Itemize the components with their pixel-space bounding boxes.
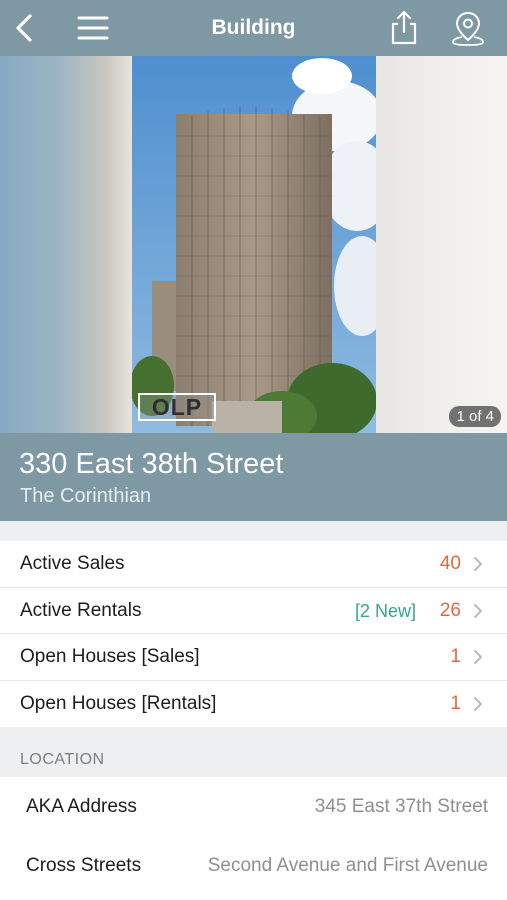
menu-button[interactable] <box>74 0 112 56</box>
building-name: The Corinthian <box>20 485 152 507</box>
info-value: Second Avenue and First Avenue <box>207 855 488 876</box>
cross-streets-row: Cross Streets Second Avenue and First Av… <box>0 836 507 896</box>
building-photo[interactable]: OLP <box>132 56 376 433</box>
row-count: 1 <box>450 692 461 714</box>
hamburger-menu-icon <box>77 16 109 40</box>
row-label: Active Rentals <box>20 599 142 621</box>
map-button[interactable] <box>448 0 488 56</box>
row-count: 26 <box>439 599 461 621</box>
chevron-right-icon <box>474 557 482 571</box>
chevron-left-icon <box>16 14 32 42</box>
row-open-houses-sales[interactable]: Open Houses [Sales] 1 <box>0 634 507 681</box>
row-label: Open Houses [Rentals] <box>20 692 217 714</box>
back-button[interactable] <box>6 0 42 56</box>
aka-address-row: AKA Address 345 East 37th Street <box>0 777 507 837</box>
share-button[interactable] <box>386 0 422 56</box>
row-count: 1 <box>450 646 461 667</box>
chevron-right-icon <box>474 696 482 711</box>
row-open-houses-rentals[interactable]: Open Houses [Rentals] 1 <box>0 681 507 728</box>
photo-watermark: OLP <box>138 393 216 421</box>
section-title: LOCATION <box>20 751 105 768</box>
row-active-rentals[interactable]: Active Rentals [2 New] 26 <box>0 588 507 634</box>
photo-counter: 1 of 4 <box>449 406 501 427</box>
row-label: Open Houses [Sales] <box>20 646 200 667</box>
new-badge: [2 New] <box>354 600 416 621</box>
map-pin-icon <box>452 11 484 46</box>
section-divider <box>0 521 507 541</box>
nav-bar: Building <box>0 0 507 56</box>
chevron-right-icon <box>474 650 482 664</box>
share-icon <box>391 10 417 45</box>
building-header: 330 East 38th Street The Corinthian <box>0 433 507 521</box>
location-section-header: LOCATION <box>0 727 507 777</box>
info-label: Cross Streets <box>26 855 142 876</box>
building-address: 330 East 38th Street <box>19 448 284 480</box>
row-active-sales[interactable]: Active Sales 40 <box>0 541 507 588</box>
previous-photo-blur <box>0 56 132 433</box>
next-photo-blur <box>376 56 507 433</box>
listings-list: Active Sales 40 Active Rentals [2 New] 2… <box>0 541 507 727</box>
photo-gallery[interactable]: OLP 1 of 4 <box>0 56 507 433</box>
info-label: AKA Address <box>26 796 137 817</box>
row-label: Active Sales <box>20 553 125 574</box>
row-count: 40 <box>439 553 461 574</box>
info-value: 345 East 37th Street <box>314 796 488 817</box>
chevron-right-icon <box>474 603 482 618</box>
